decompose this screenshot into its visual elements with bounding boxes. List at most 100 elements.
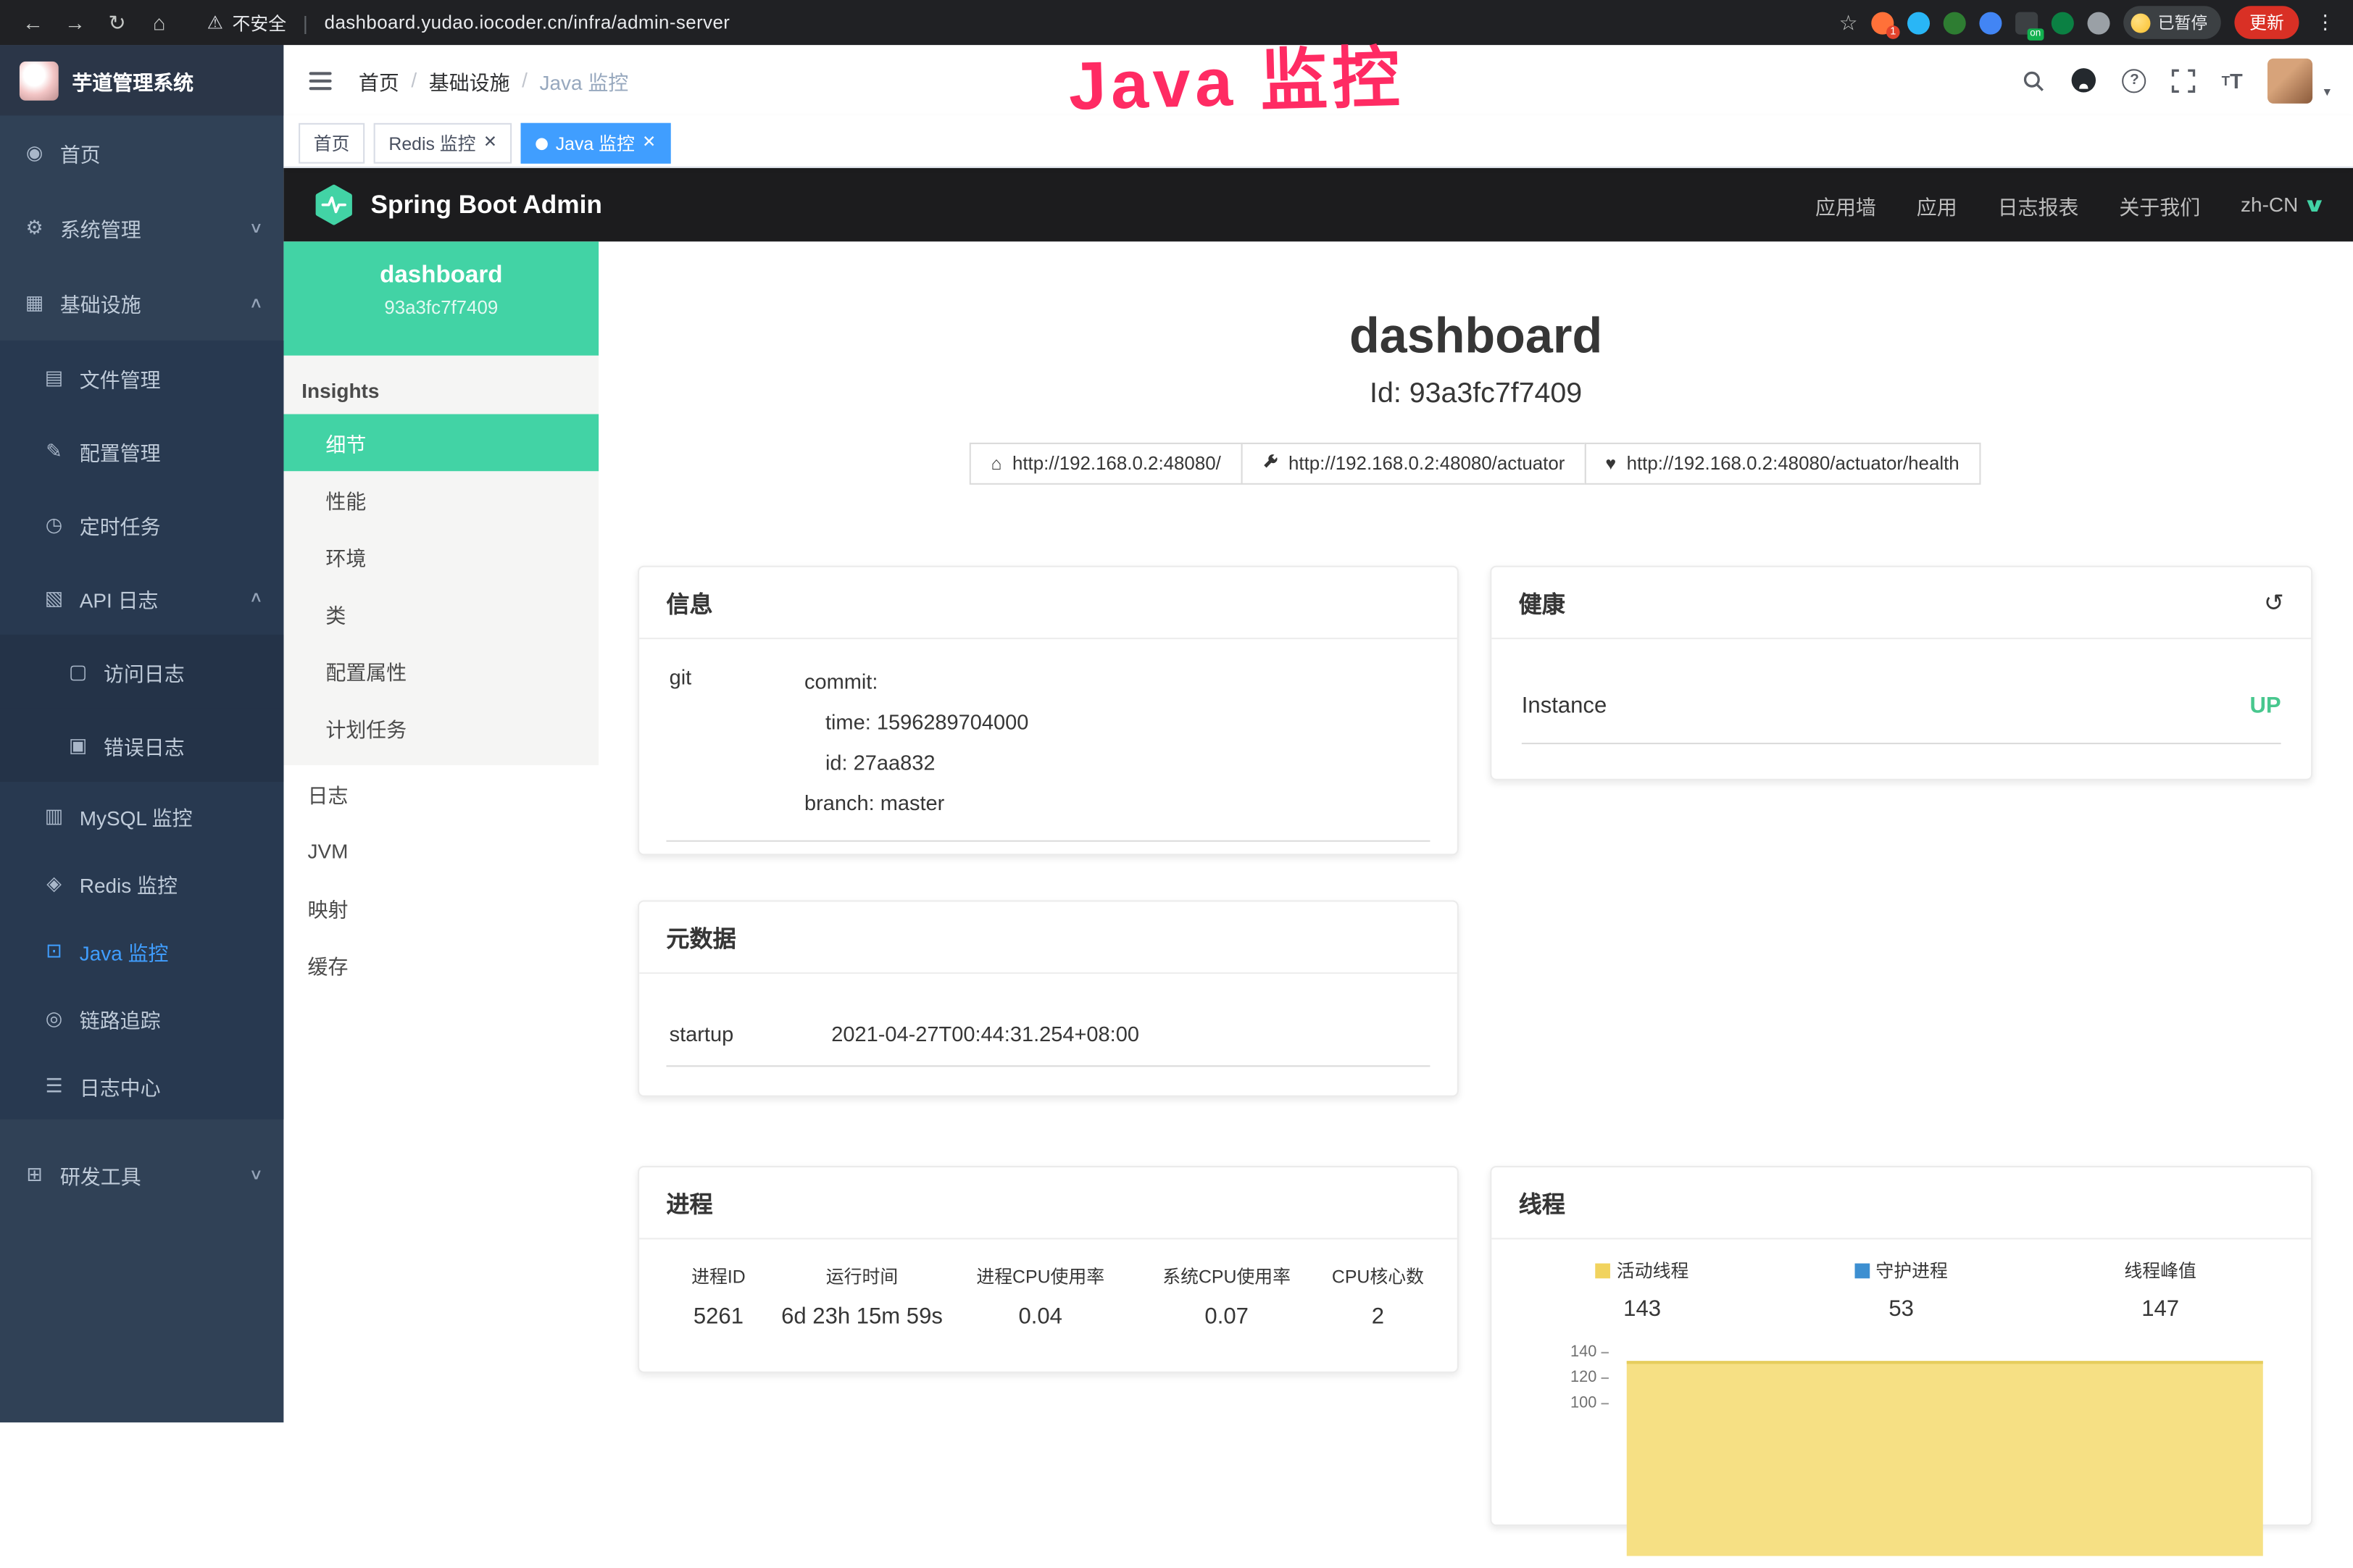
link-root[interactable]: ⌂ http://192.168.0.2:48080/ — [970, 443, 1241, 485]
threads-legend: 活动线程 守护进程 线程峰值 — [1512, 1257, 2290, 1283]
sidebar-item-log-center[interactable]: ☰ 日志中心 — [0, 1052, 283, 1119]
sidebar-item-dev-tools[interactable]: ⊞ 研发工具 ∨ — [0, 1138, 283, 1213]
legend-swatch-blue — [1854, 1263, 1870, 1278]
sidebar-item-api-log[interactable]: ▧ API 日志 ∧ — [0, 561, 283, 634]
sidebar-item-label: 研发工具 — [60, 1160, 141, 1190]
tab-redis[interactable]: Redis 监控 ✕ — [374, 123, 512, 164]
sba-nav-about[interactable]: 关于我们 — [2119, 190, 2200, 220]
info-card: 信息 git commit: time: 1596289704000 id: 2… — [638, 566, 1459, 856]
bookmark-star-icon[interactable]: ☆ — [1839, 9, 1858, 35]
profile-paused-chip[interactable]: 已暂停 — [2123, 6, 2221, 39]
file-icon: ▤ — [42, 365, 66, 389]
sidebar-item-trace[interactable]: ◎ 链路追踪 — [0, 984, 283, 1051]
cell-value: 0.04 — [947, 1304, 1133, 1330]
breadcrumb-separator: / — [522, 69, 528, 91]
sba-item-mappings[interactable]: 映射 — [283, 879, 599, 936]
instance-header[interactable]: dashboard 93a3fc7f7409 — [283, 241, 599, 355]
hamburger-icon[interactable] — [306, 65, 334, 95]
sba-item-classes[interactable]: 类 — [283, 585, 599, 643]
search-icon[interactable] — [2022, 68, 2046, 92]
github-icon[interactable] — [2072, 67, 2097, 93]
forward-icon[interactable]: → — [57, 10, 93, 34]
live-threads-area — [1627, 1361, 2263, 1556]
refresh-icon[interactable]: ↻ — [99, 9, 136, 35]
extension-fox-icon[interactable]: 1 — [1871, 12, 1894, 34]
sidebar-item-access-log[interactable]: ▢ 访问日志 — [0, 635, 283, 708]
sba-item-environment[interactable]: 环境 — [283, 528, 599, 585]
monitor-icon: ⊡ — [42, 938, 66, 962]
extension-drop-icon[interactable] — [1907, 12, 1930, 34]
infra-submenu: ▤ 文件管理 ✎ 配置管理 ◷ 定时任务 ▧ API 日志 ∧ ▢ 访问日志 ▣ — [0, 341, 283, 1119]
sba-item-scheduled[interactable]: 计划任务 — [283, 699, 599, 756]
sba-nav-applications[interactable]: 应用 — [1917, 190, 1957, 220]
tab-home[interactable]: 首页 — [299, 123, 365, 164]
chevron-down-icon: ∨ — [2303, 193, 2327, 217]
sba-item-jvm[interactable]: JVM — [283, 822, 599, 880]
breadcrumb-home[interactable]: 首页 — [359, 65, 399, 95]
font-size-icon[interactable]: TT — [2222, 68, 2243, 92]
sidebar-item-mysql[interactable]: ▥ MySQL 监控 — [0, 782, 283, 849]
sidebar-item-file[interactable]: ▤ 文件管理 — [0, 341, 283, 414]
extension-grid-icon[interactable] — [1979, 12, 2002, 34]
sba-item-details[interactable]: 细节 — [283, 414, 599, 472]
log-icon: ▧ — [42, 586, 66, 610]
home-icon[interactable]: ⌂ — [141, 10, 178, 34]
legend-swatch-yellow — [1596, 1263, 1611, 1278]
sba-item-logs[interactable]: 日志 — [283, 765, 599, 822]
help-icon[interactable]: ? — [2123, 68, 2146, 92]
app-header: 首页 / 基础设施 / Java 监控 ? TT ▾ — [283, 45, 2353, 115]
card-title: 进程 — [666, 1186, 712, 1219]
sba-item-properties[interactable]: 配置属性 — [283, 642, 599, 699]
link-actuator[interactable]: http://192.168.0.2:48080/actuator — [1241, 443, 1586, 485]
history-refresh-icon[interactable]: ↺ — [2264, 588, 2284, 617]
metadata-key: startup — [666, 1021, 831, 1045]
sidebar-item-config[interactable]: ✎ 配置管理 — [0, 414, 283, 488]
health-instance-row[interactable]: Instance UP — [1522, 670, 2281, 745]
trace-icon: ◎ — [42, 1006, 66, 1030]
sidebar-item-error-log[interactable]: ▣ 错误日志 — [0, 708, 283, 781]
user-avatar[interactable] — [2268, 58, 2313, 103]
link-health[interactable]: ♥ http://192.168.0.2:48080/actuator/heal… — [1584, 443, 1980, 485]
sidebar-item-label: 定时任务 — [80, 509, 161, 539]
cell-value: 0.07 — [1133, 1304, 1320, 1330]
tab-java[interactable]: Java 监控 ✕ — [521, 123, 671, 164]
back-icon[interactable]: ← — [15, 10, 51, 34]
app-logo — [20, 61, 59, 100]
language-select[interactable]: zh-CN ∨ — [2241, 193, 2323, 217]
address-bar[interactable]: dashboard.yudao.iocoder.cn/infra/admin-s… — [325, 12, 730, 33]
chevron-down-icon: ∨ — [249, 1167, 263, 1183]
sidebar-item-home[interactable]: ◉ 首页 — [0, 115, 283, 191]
close-icon[interactable]: ✕ — [642, 135, 656, 151]
breadcrumb-infra[interactable]: 基础设施 — [429, 65, 510, 95]
update-button[interactable]: 更新 — [2234, 6, 2299, 39]
sidebar-item-system[interactable]: ⚙ 系统管理 ∨ — [0, 191, 283, 266]
extension-leaf-icon[interactable] — [2052, 12, 2074, 34]
breadcrumb-separator: / — [411, 69, 417, 91]
sidebar-item-redis[interactable]: ◈ Redis 监控 — [0, 849, 283, 917]
profile-avatar-icon — [2131, 13, 2151, 33]
breadcrumb: 首页 / 基础设施 / Java 监控 — [359, 65, 628, 95]
browser-menu-icon[interactable]: ⋮ — [2312, 10, 2338, 34]
sidebar-item-infra[interactable]: ▦ 基础设施 ∧ — [0, 266, 283, 341]
extension-switch-icon[interactable]: on — [2015, 12, 2038, 34]
timer-icon: ◷ — [42, 512, 66, 536]
sba-nav-wall[interactable]: 应用墙 — [1815, 190, 1876, 220]
divider: | — [303, 12, 308, 34]
sba-item-caches[interactable]: 缓存 — [283, 936, 599, 993]
sba-item-performance[interactable]: 性能 — [283, 471, 599, 528]
close-icon[interactable]: ✕ — [483, 135, 497, 151]
process-card: 进程 进程ID 运行时间 进程CPU使用率 系统CPU使用率 CPU核心数 — [638, 1166, 1459, 1373]
health-card: 健康 ↺ Instance UP — [1490, 566, 2312, 780]
sba-nav-journal[interactable]: 日志报表 — [1998, 190, 2079, 220]
avatar-caret-icon[interactable]: ▾ — [2324, 83, 2331, 103]
extension-green-icon[interactable] — [1944, 12, 1966, 34]
sidebar-item-job[interactable]: ◷ 定时任务 — [0, 488, 283, 561]
sidebar-logo-row[interactable]: 芋道管理系统 — [0, 45, 283, 115]
sidebar-item-label: Java 监控 — [80, 935, 169, 965]
sidebar-item-java[interactable]: ⊡ Java 监控 — [0, 917, 283, 984]
security-chip[interactable]: ⚠ 不安全 — [207, 9, 286, 35]
info-value: commit: time: 1596289704000 id: 27aa832 … — [804, 662, 1028, 824]
fullscreen-icon[interactable] — [2172, 68, 2196, 92]
extensions-puzzle-icon[interactable] — [2087, 12, 2110, 34]
column-header: 运行时间 — [777, 1264, 948, 1289]
